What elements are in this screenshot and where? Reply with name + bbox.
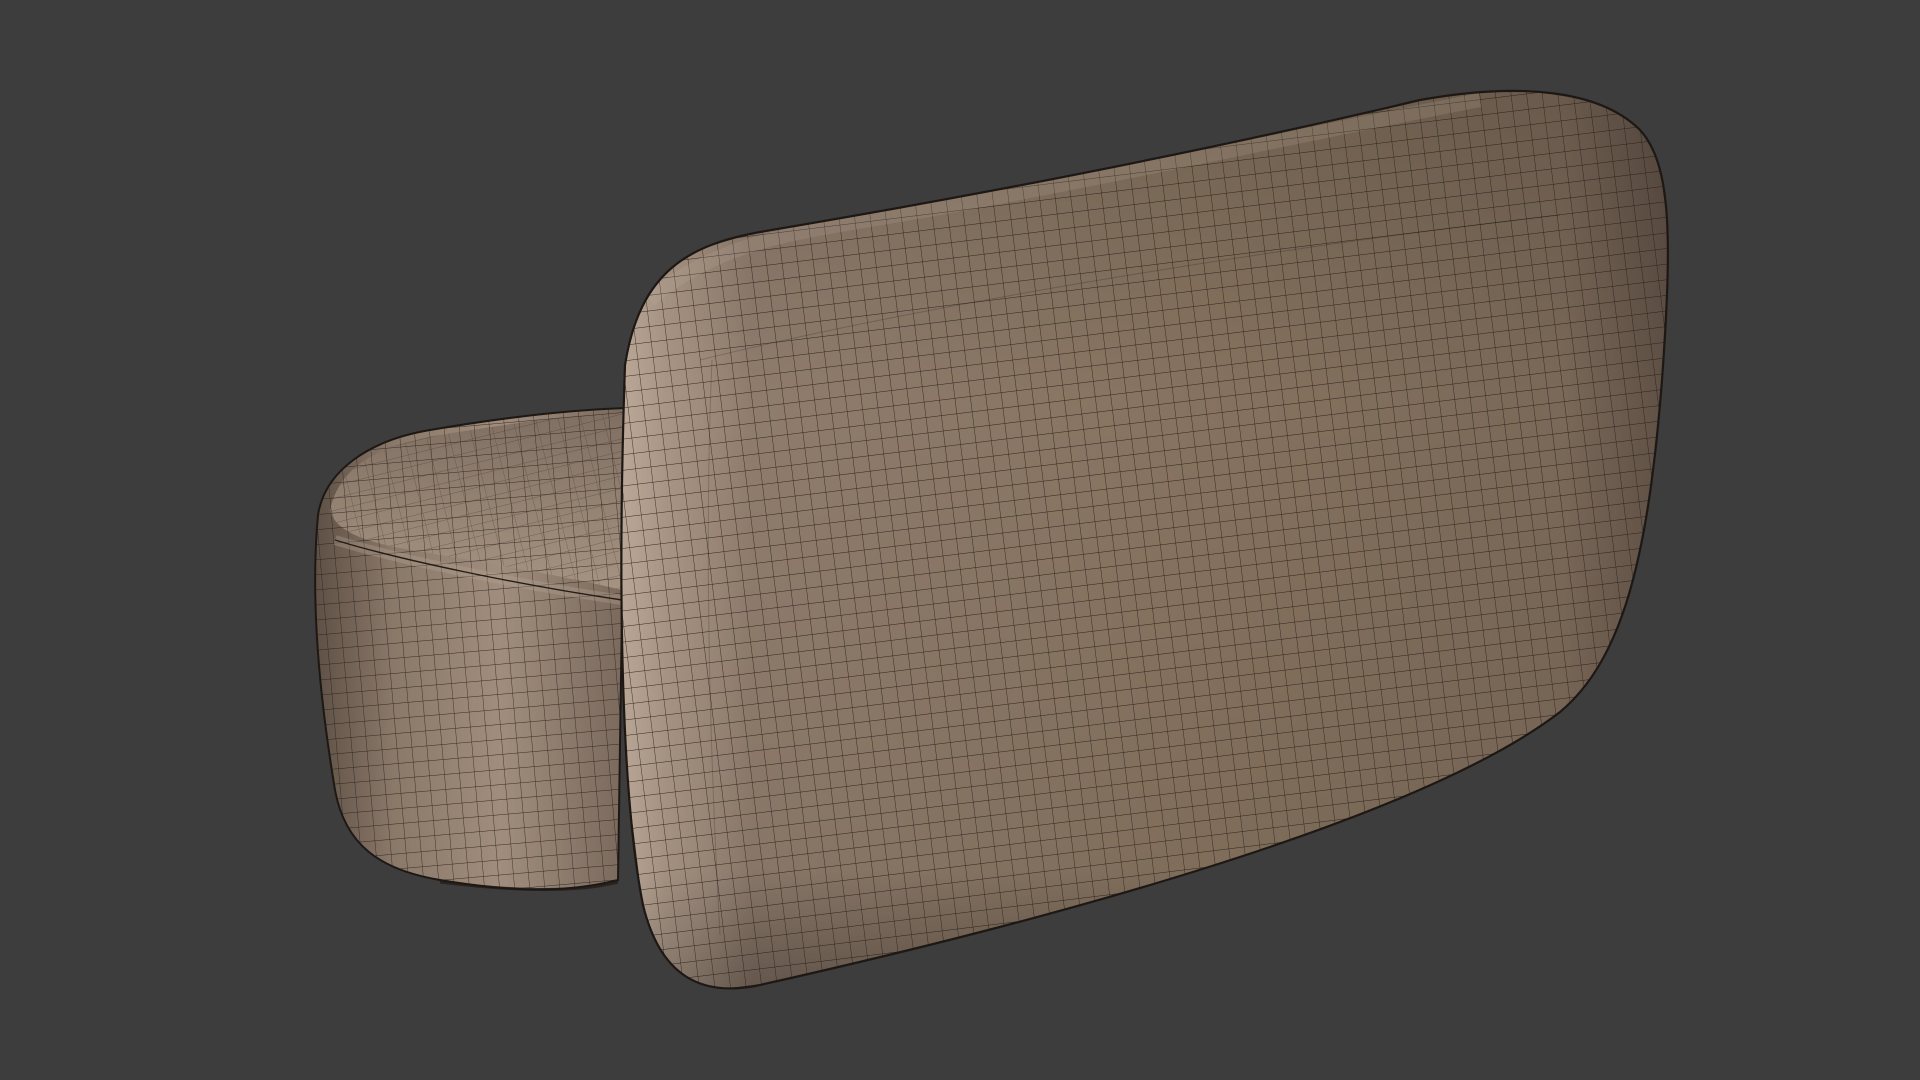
seat-cushion[interactable] <box>280 380 660 920</box>
backrest-cushion[interactable] <box>560 40 1720 1040</box>
3d-viewport[interactable] <box>0 0 1920 1080</box>
